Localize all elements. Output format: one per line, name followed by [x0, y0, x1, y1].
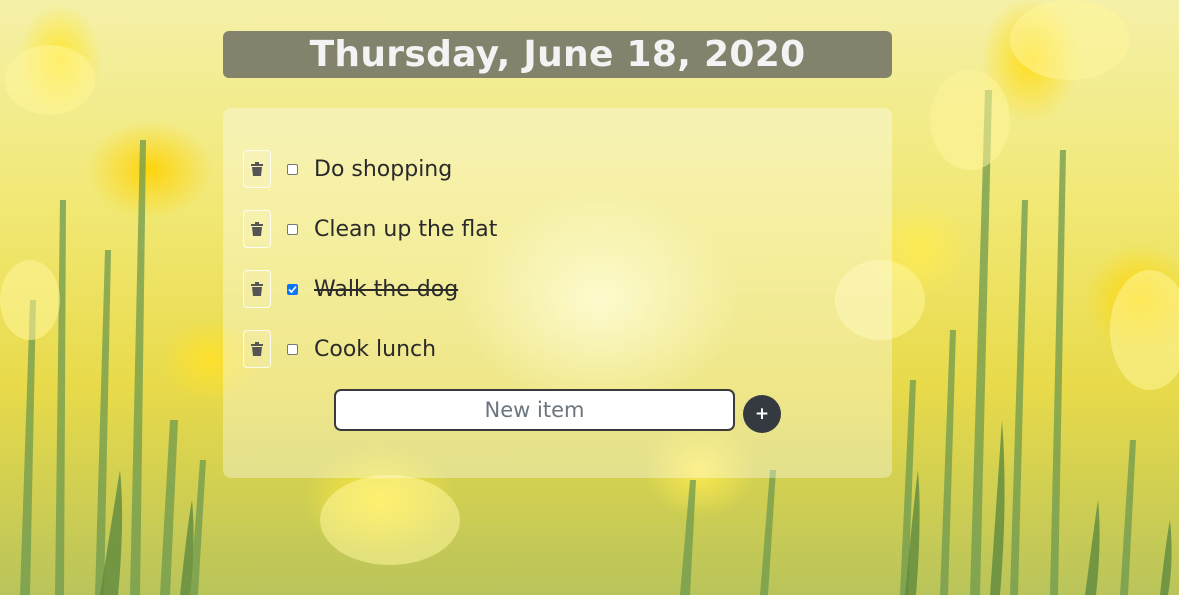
todo-checkbox[interactable]	[287, 223, 298, 235]
plus-icon: +	[754, 404, 770, 424]
add-item-button[interactable]: +	[743, 395, 781, 433]
checkmark-icon	[288, 285, 297, 293]
trash-icon	[251, 162, 263, 176]
todo-text: Walk the dog	[314, 276, 459, 302]
delete-button[interactable]	[243, 210, 271, 248]
todo-checkbox-checked[interactable]	[287, 283, 298, 295]
todo-text: Do shopping	[314, 156, 453, 182]
delete-button[interactable]	[243, 330, 271, 368]
trash-icon	[251, 222, 263, 236]
date-title: Thursday, June 18, 2020	[309, 34, 806, 75]
todo-item: Walk the dog	[243, 269, 458, 309]
todo-text: Clean up the flat	[314, 216, 498, 242]
delete-button[interactable]	[243, 270, 271, 308]
todo-item: Do shopping	[243, 149, 452, 189]
trash-icon	[251, 282, 263, 296]
date-header: Thursday, June 18, 2020	[223, 31, 892, 78]
new-item-input[interactable]	[334, 389, 735, 431]
todo-card: Do shopping Clean up the flat Walk the d…	[223, 108, 892, 478]
todo-checkbox[interactable]	[287, 343, 298, 355]
delete-button[interactable]	[243, 150, 271, 188]
trash-icon	[251, 342, 263, 356]
todo-checkbox[interactable]	[287, 163, 298, 175]
todo-item: Cook lunch	[243, 329, 436, 369]
todo-item: Clean up the flat	[243, 209, 497, 249]
todo-text: Cook lunch	[314, 336, 437, 362]
